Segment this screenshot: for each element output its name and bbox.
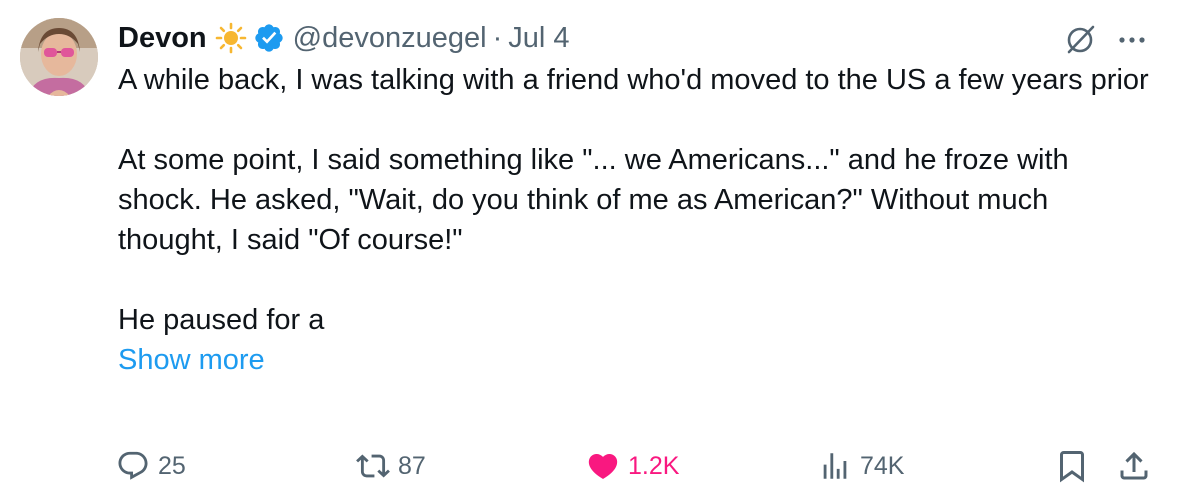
heart-icon (588, 453, 618, 479)
retweet-icon (356, 454, 390, 478)
views-button[interactable]: 74K (818, 446, 904, 486)
like-button[interactable]: 1.2K (586, 446, 679, 486)
retweet-button[interactable]: 87 (356, 446, 426, 486)
share-icon (1120, 451, 1148, 480)
grok-icon[interactable] (1062, 22, 1098, 58)
reply-icon (118, 451, 148, 480)
sun-emoji-icon (215, 22, 247, 54)
tweet[interactable]: Devon @devonzuegel · Jul 4 A while back,… (0, 0, 1178, 504)
more-icon[interactable] (1114, 22, 1150, 58)
share-button[interactable] (1116, 448, 1152, 484)
views-icon (823, 453, 847, 479)
tweet-text: A while back, I was talking with a frien… (118, 60, 1158, 380)
verified-badge-icon (253, 22, 285, 54)
tweet-paragraph: At some point, I said something like "..… (118, 144, 1069, 256)
avatar-image (20, 18, 98, 96)
bookmark-icon (1060, 451, 1084, 483)
like-count: 1.2K (628, 451, 680, 480)
separator-dot: · (492, 22, 503, 54)
action-bar: 25 87 1.2K 74K (0, 446, 1178, 486)
avatar[interactable] (20, 18, 98, 96)
bookmark-button[interactable] (1054, 448, 1090, 484)
reply-button[interactable]: 25 (116, 446, 186, 486)
reply-count: 25 (158, 451, 186, 480)
retweet-count: 87 (398, 451, 426, 480)
tweet-date[interactable]: Jul 4 (508, 18, 569, 58)
tweet-header: Devon @devonzuegel · Jul 4 (118, 18, 570, 58)
author-handle[interactable]: @devonzuegel (293, 18, 487, 58)
views-count: 74K (860, 451, 905, 480)
author-name[interactable]: Devon (118, 18, 207, 58)
tweet-paragraph: A while back, I was talking with a frien… (118, 64, 1149, 96)
show-more-link[interactable]: Show more (118, 340, 265, 380)
tweet-paragraph: He paused for a (118, 304, 325, 336)
